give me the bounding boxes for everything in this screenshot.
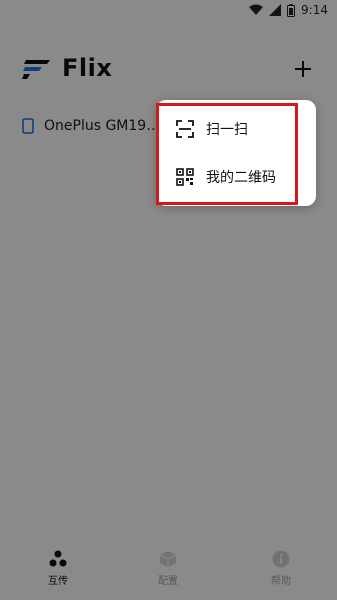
popup-menu: 扫一扫 我的二维码 xyxy=(156,100,316,206)
menu-item-scan[interactable]: 扫一扫 xyxy=(156,106,316,152)
menu-item-label: 我的二维码 xyxy=(206,170,276,186)
dim-overlay[interactable] xyxy=(0,0,337,600)
qr-code-icon xyxy=(176,168,194,186)
scan-icon xyxy=(176,120,194,138)
menu-item-my-qr[interactable]: 我的二维码 xyxy=(156,154,316,200)
menu-item-label: 扫一扫 xyxy=(206,122,248,138)
